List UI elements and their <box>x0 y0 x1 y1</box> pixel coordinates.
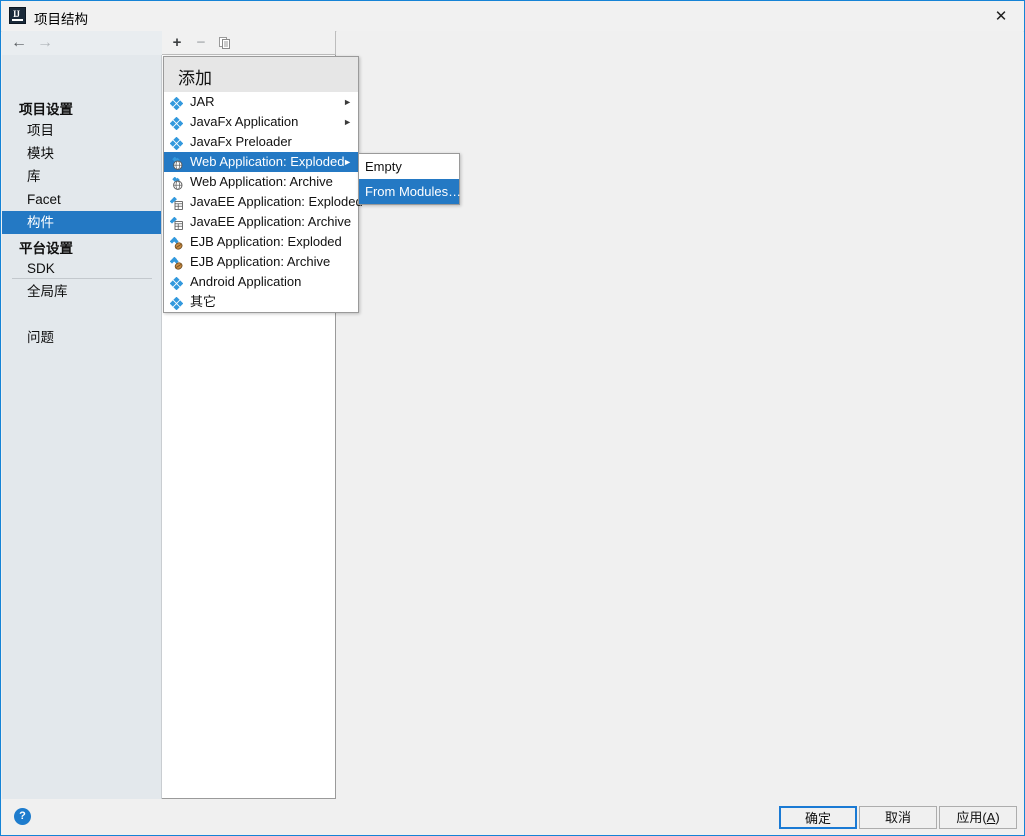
artifacts-toolbar: + − <box>162 31 336 55</box>
sidebar-item-label: SDK <box>27 261 55 276</box>
app-icon-underline <box>12 19 23 21</box>
intellij-idea-icon: IJ <box>9 7 26 24</box>
sidebar-item-project[interactable]: 项目 <box>2 119 161 142</box>
web-application-exploded-submenu: Empty From Modules… <box>358 153 461 205</box>
menu-item-label: JavaFx Application <box>190 114 299 129</box>
sidebar-group-platform: 平台设置 <box>19 241 73 256</box>
sidebar-item-global-libraries[interactable]: 全局库 <box>2 280 161 303</box>
web-icon <box>170 176 183 190</box>
sidebar-item-sdks[interactable]: SDK <box>2 257 161 280</box>
artifact-details-panel <box>337 31 1023 799</box>
menu-item-jar[interactable]: JAR ► <box>164 92 358 112</box>
ejb-icon <box>169 256 183 270</box>
menu-item-ejb-application-exploded[interactable]: EJB Application: Exploded <box>164 232 358 252</box>
cancel-button[interactable]: 取消 <box>859 806 937 829</box>
sidebar-item-label: 问题 <box>27 330 54 345</box>
menu-item-other[interactable]: 其它 <box>164 292 358 312</box>
sidebar-item-label: Facet <box>27 192 61 207</box>
window-title: 项目结构 <box>34 12 88 27</box>
javaee-icon <box>169 216 183 230</box>
back-arrow-icon[interactable]: ← <box>8 33 30 53</box>
add-artifact-menu: 添加 JAR ► JavaFx Application ► JavaFx Pre… <box>163 56 363 313</box>
submenu-item-from-modules[interactable]: From Modules… <box>359 179 461 204</box>
menu-item-javaee-application-archive[interactable]: JavaEE Application: Archive <box>164 212 358 232</box>
chevron-right-icon: ► <box>343 157 352 167</box>
sidebar-item-label: 全局库 <box>27 284 68 299</box>
sidebar-group-project: 项目设置 <box>19 102 73 117</box>
menu-item-label: Web Application: Exploded <box>190 154 345 169</box>
forward-arrow-icon[interactable]: → <box>34 33 56 53</box>
plugin-icon <box>169 116 184 131</box>
menu-item-label: JavaEE Application: Archive <box>190 214 352 229</box>
sidebar-item-label: 构件 <box>27 215 54 230</box>
add-icon[interactable]: + <box>168 34 186 52</box>
sidebar-item-label: 模块 <box>27 146 54 161</box>
plugin-icon <box>169 96 184 111</box>
plugin-icon <box>169 276 184 291</box>
sidebar-item-label: 库 <box>27 169 41 184</box>
menu-item-javaee-application-exploded[interactable]: JavaEE Application: Exploded <box>164 192 363 212</box>
project-structure-dialog: IJ 项目结构 ✕ ← → 项目设置 平台设置 项目 模块 库 Facet 构件… <box>0 0 1025 836</box>
menu-item-label: 其它 <box>190 294 217 309</box>
menu-item-label: EJB Application: Archive <box>190 254 331 269</box>
ejb-icon <box>169 236 183 250</box>
chevron-right-icon: ► <box>343 97 352 107</box>
menu-item-javafx-preloader[interactable]: JavaFx Preloader <box>164 132 358 152</box>
ok-button[interactable]: 确定 <box>779 806 857 829</box>
app-icon-glyph: IJ <box>13 9 20 19</box>
sidebar-item-facets[interactable]: Facet <box>2 188 161 211</box>
plugin-icon <box>169 296 184 311</box>
menu-item-label: JAR <box>190 94 215 109</box>
sidebar-divider <box>12 278 152 279</box>
nav-button-bar: ← → <box>2 31 162 55</box>
close-icon[interactable]: ✕ <box>978 1 1024 30</box>
help-icon[interactable]: ? <box>14 808 31 825</box>
menu-item-web-application-exploded[interactable]: Web Application: Exploded ► <box>164 152 358 172</box>
menu-item-label: EJB Application: Exploded <box>190 234 342 249</box>
sidebar-item-artifacts[interactable]: 构件 <box>2 211 161 234</box>
menu-item-label: JavaFx Preloader <box>190 134 292 149</box>
submenu-item-empty[interactable]: Empty <box>359 154 459 179</box>
menu-item-javafx-application[interactable]: JavaFx Application ► <box>164 112 358 132</box>
chevron-right-icon: ► <box>343 117 352 127</box>
web-icon <box>170 156 183 170</box>
apply-label-prefix: 应用( <box>956 810 987 825</box>
sidebar-item-modules[interactable]: 模块 <box>2 142 161 165</box>
plugin-icon <box>169 136 184 151</box>
dialog-footer: ? 确定 取消 应用(A) <box>2 799 1023 834</box>
sidebar-item-problems[interactable]: 问题 <box>2 326 161 349</box>
menu-item-web-application-archive[interactable]: Web Application: Archive <box>164 172 358 192</box>
menu-item-ejb-application-archive[interactable]: EJB Application: Archive <box>164 252 358 272</box>
menu-item-label: Web Application: Archive <box>190 174 333 189</box>
apply-label-suffix: ) <box>995 810 1000 825</box>
sidebar-item-label: 项目 <box>27 123 54 138</box>
menu-item-android-application[interactable]: Android Application <box>164 272 358 292</box>
sidebar: ← → 项目设置 平台设置 项目 模块 库 Facet 构件 SDK 全局库 问… <box>2 31 162 801</box>
apply-button[interactable]: 应用(A) <box>939 806 1017 829</box>
sidebar-item-libraries[interactable]: 库 <box>2 165 161 188</box>
copy-icon[interactable] <box>216 34 234 52</box>
menu-item-label: Android Application <box>190 274 302 289</box>
javaee-icon <box>169 196 183 210</box>
menu-item-label: JavaEE Application: Exploded <box>190 194 363 209</box>
title-bar: IJ 项目结构 ✕ <box>1 1 1024 32</box>
remove-icon: − <box>196 34 206 51</box>
add-menu-title: 添加 <box>164 57 358 92</box>
